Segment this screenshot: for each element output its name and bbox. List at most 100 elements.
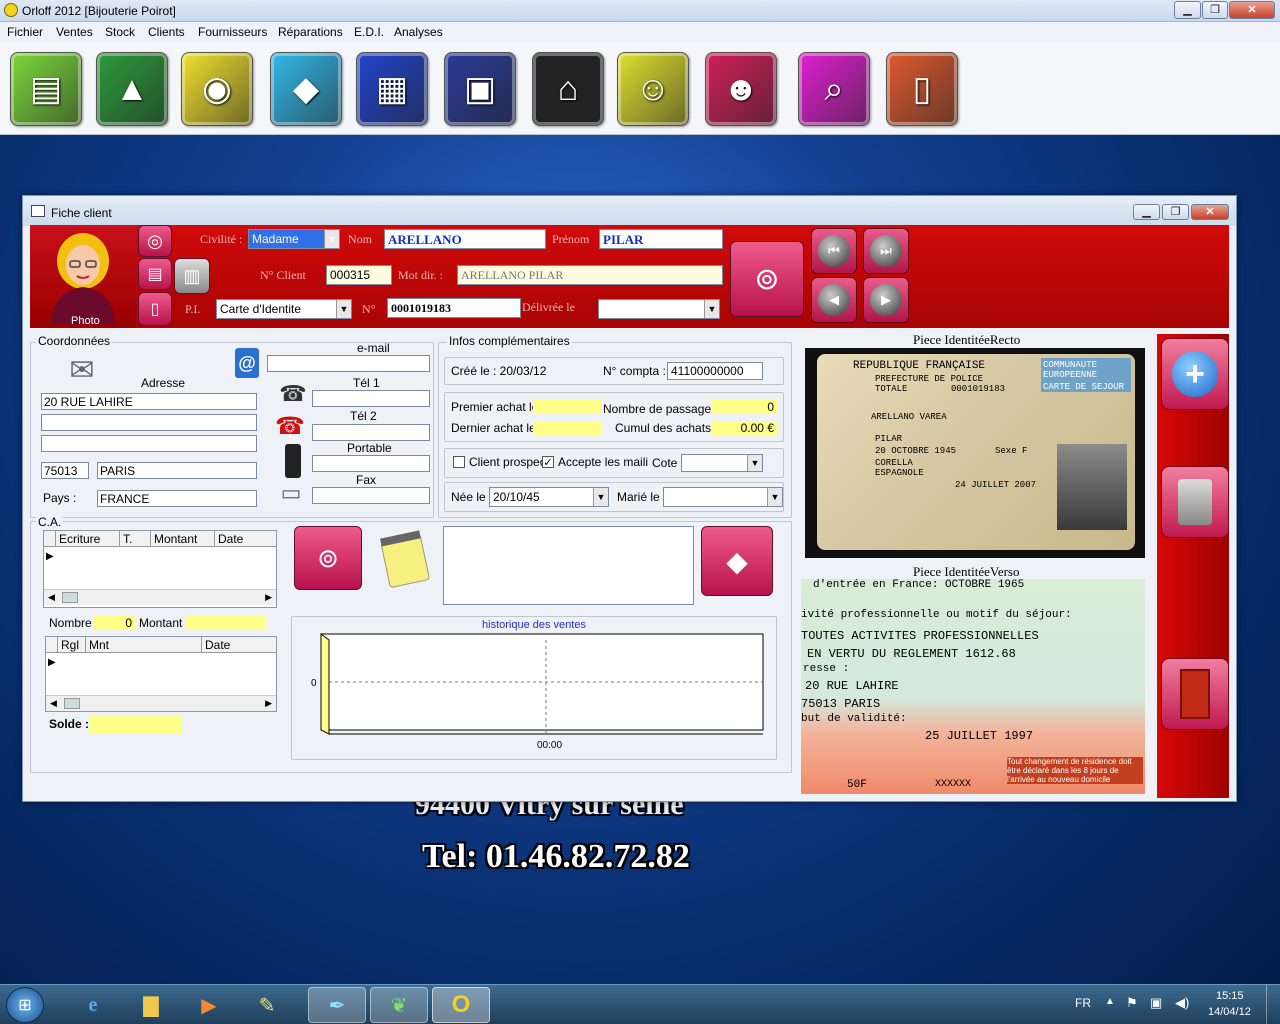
previous-record-button[interactable]: ◀ — [811, 277, 857, 323]
city-field[interactable]: PARIS — [97, 462, 257, 479]
montant-field[interactable] — [185, 616, 265, 630]
close-button[interactable]: ✕ — [1229, 1, 1275, 19]
civilite-select[interactable]: Madame ▼ — [248, 229, 340, 249]
scroll-right-icon[interactable]: ▶ — [265, 698, 272, 709]
menu-stock[interactable]: Stock — [105, 25, 135, 39]
col-date[interactable]: Date — [215, 531, 277, 547]
explorer-task[interactable]: ▇ — [122, 987, 180, 1023]
delete-photo-button[interactable]: ▥ — [174, 258, 210, 294]
col-date2[interactable]: Date — [202, 637, 277, 653]
toolbar-exit-door-button[interactable]: ▯ — [886, 52, 958, 126]
next-record-button[interactable]: ▶ — [863, 277, 909, 323]
scroll-thumb[interactable] — [62, 592, 78, 603]
adresse-line2-field[interactable] — [41, 414, 257, 431]
reglements-scrollbar[interactable]: ◀ ▶ — [46, 695, 276, 711]
network-icon[interactable]: ▣ — [1150, 995, 1162, 1011]
pi-select[interactable]: Carte d'Identite ▼ — [216, 299, 352, 319]
toolbar-clipboard-button[interactable]: ▦ — [356, 52, 428, 126]
media-player-task[interactable]: ▶ — [180, 987, 238, 1023]
notepad-icon[interactable] — [375, 528, 437, 590]
maximize-button[interactable]: ❐ — [1202, 1, 1228, 19]
clock-time[interactable]: 15:15 — [1216, 990, 1244, 1002]
id-verso-image[interactable]: d'entrée en France: OCTOBRE 1965 ivité p… — [801, 579, 1145, 794]
chevron-down-icon[interactable]: ▼ — [324, 230, 339, 248]
ca-grid-scrollbar[interactable]: ◀ ▶ — [44, 589, 276, 605]
premier-achat-field[interactable] — [533, 400, 601, 414]
toolbar-pyramid-button[interactable]: ▲ — [96, 52, 168, 126]
nee-le-select[interactable]: 20/10/45 ▼ — [489, 487, 609, 507]
minimize-button[interactable]: ▁ — [1174, 1, 1201, 19]
show-desktop-button[interactable] — [1266, 985, 1280, 1024]
col-t[interactable]: T. — [120, 531, 151, 547]
file-button[interactable]: ▯ — [138, 292, 172, 326]
scroll-left-icon[interactable]: ◀ — [48, 592, 55, 603]
chevron-down-icon[interactable]: ▼ — [593, 488, 608, 506]
prenom-field[interactable]: PILAR — [599, 229, 723, 249]
adresse-line3-field[interactable] — [41, 435, 257, 452]
adresse-line1-field[interactable]: 20 RUE LAHIRE — [41, 393, 257, 410]
col-rgl[interactable]: Rgl — [58, 637, 86, 653]
nombre-field[interactable]: 0 — [93, 616, 135, 630]
child-maximize-button[interactable]: ❐ — [1162, 204, 1189, 220]
toolbar-people-button[interactable]: ☺ — [617, 52, 689, 126]
tel1-field[interactable] — [312, 390, 430, 407]
client-prospect-checkbox[interactable] — [453, 456, 465, 468]
add-client-button[interactable]: + — [1161, 338, 1229, 410]
orloff-task[interactable]: O — [432, 987, 490, 1023]
client-photo[interactable] — [30, 225, 136, 328]
piece-number-field[interactable]: 0001019183 — [387, 298, 521, 318]
menu-reparations[interactable]: Réparations — [278, 25, 343, 39]
toolbar-gold-jewelry-button[interactable]: ◉ — [181, 52, 253, 126]
nclient-field[interactable]: 000315 — [326, 265, 392, 285]
menu-analyses[interactable]: Analyses — [394, 25, 443, 39]
menu-edi[interactable]: E.D.I. — [354, 25, 384, 39]
ca-grid[interactable]: Ecriture T. Montant Date ▶ ◀ ▶ — [43, 530, 277, 608]
scan-button[interactable]: ▤ — [138, 258, 172, 290]
chevron-down-icon[interactable]: ▼ — [704, 300, 719, 318]
cote-select[interactable]: ▼ — [681, 454, 763, 472]
action-center-icon[interactable]: ⚑ — [1126, 995, 1138, 1011]
menu-clients[interactable]: Clients — [148, 25, 185, 39]
delete-client-button[interactable] — [1161, 466, 1229, 538]
toolbar-toolbox-button[interactable]: ⌂ — [532, 52, 604, 126]
col-ecriture[interactable]: Ecriture — [56, 531, 120, 547]
chevron-down-icon[interactable]: ▼ — [767, 488, 782, 506]
scroll-right-icon[interactable]: ▶ — [265, 592, 272, 603]
search-client-button[interactable]: ⊚ — [730, 241, 804, 317]
reglements-grid[interactable]: Rgl Mnt Date ▶ ◀ ▶ — [45, 636, 277, 712]
webcam-button[interactable]: ◎ — [138, 225, 172, 257]
child-minimize-button[interactable]: ▁ — [1133, 204, 1160, 220]
country-field[interactable]: FRANCE — [97, 490, 257, 507]
solde-field[interactable] — [89, 716, 181, 733]
language-indicator[interactable]: FR — [1075, 996, 1091, 1010]
clock-date[interactable]: 14/04/12 — [1208, 1006, 1251, 1018]
accepte-mailing-checkbox[interactable]: ✓ — [542, 456, 554, 469]
child-close-button[interactable]: ✕ — [1191, 204, 1229, 220]
toolbar-cash-register-button[interactable]: ▤ — [10, 52, 82, 126]
id-recto-image[interactable]: REPUBLIQUE FRANÇAISE PREFECTURE DE POLIC… — [805, 348, 1145, 558]
toolbar-safe-button[interactable]: ▣ — [444, 52, 516, 126]
volume-icon[interactable]: ◀) — [1175, 995, 1189, 1011]
jewelry-sales-button[interactable]: ◆ — [701, 526, 773, 596]
postal-code-field[interactable]: 75013 — [41, 462, 89, 479]
menu-fournisseurs[interactable]: Fournisseurs — [198, 25, 267, 39]
cumul-field[interactable]: 0.00 € — [711, 421, 777, 435]
internet-explorer-task[interactable]: e — [64, 987, 122, 1023]
tel2-field[interactable] — [312, 424, 430, 441]
chevron-down-icon[interactable]: ▼ — [747, 455, 762, 471]
search-sales-button[interactable]: ⊚ — [294, 526, 362, 590]
email-icon[interactable]: @ — [235, 348, 259, 378]
marie-le-select[interactable]: ▼ — [663, 487, 783, 507]
scroll-thumb[interactable] — [64, 698, 80, 709]
toolbar-diamond-button[interactable]: ◆ — [270, 52, 342, 126]
menu-fichier[interactable]: Fichier — [7, 25, 43, 39]
toolbar-analysis-button[interactable]: ⌕ — [798, 52, 870, 126]
passages-field[interactable]: 0 — [711, 400, 777, 414]
nom-field[interactable]: ARELLANO — [384, 229, 546, 249]
first-record-button[interactable]: ⏮ — [811, 228, 857, 274]
close-client-button[interactable] — [1161, 658, 1229, 730]
col-montant[interactable]: Montant — [151, 531, 215, 547]
menu-ventes[interactable]: Ventes — [56, 25, 93, 39]
app-task-6[interactable]: ❦ — [370, 987, 428, 1023]
dernier-achat-field[interactable] — [533, 421, 601, 435]
